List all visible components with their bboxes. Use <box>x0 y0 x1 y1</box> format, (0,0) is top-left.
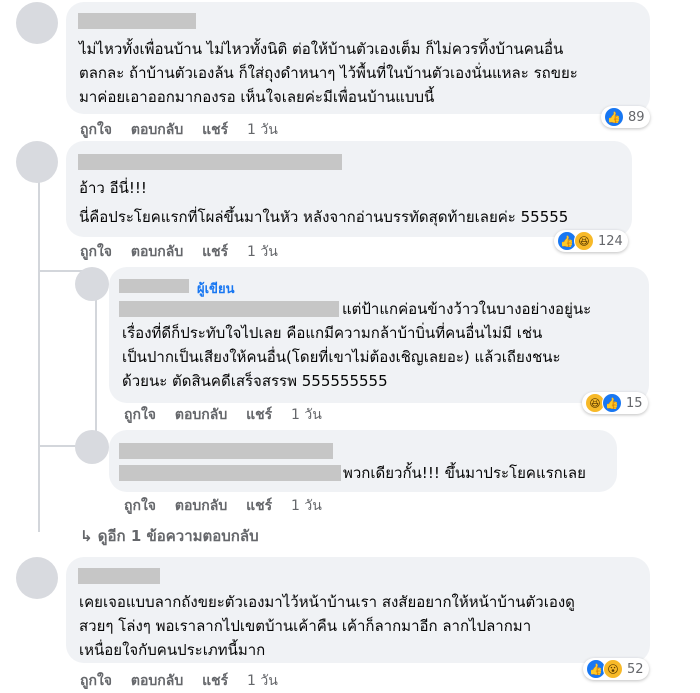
comment-text-line: แต่ป้าแกค่อนข้างว้าวในบางอย่างอยู่นะ <box>342 300 592 318</box>
like-button[interactable]: ถูกใจ <box>124 407 156 423</box>
timestamp[interactable]: 1 วัน <box>291 407 322 423</box>
like-button[interactable]: ถูกใจ <box>80 122 112 138</box>
redacted-username <box>119 279 189 293</box>
thread-line <box>38 182 40 532</box>
author-badge: ผู้เขียน <box>197 282 235 297</box>
comment-text-line: เรื่องที่ดีก็ประทับใจไปเลย คือแกมีความกล… <box>122 324 543 342</box>
like-reaction-icon: 👍 <box>604 107 624 127</box>
timestamp[interactable]: 1 วัน <box>247 673 278 689</box>
comment-text-line: ไม่ไหวทั้งเพื่อนบ้าน ไม่ไหวทั้งนิติ ต่อใ… <box>79 40 564 58</box>
share-button[interactable]: แชร์ <box>202 673 228 689</box>
reply-arrow-icon: ↳ <box>80 527 98 545</box>
comment-text-line: ด้วยนะ ตัดสินคดีเสร็จสรรพ 555555555 <box>122 372 388 390</box>
timestamp[interactable]: 1 วัน <box>247 244 278 260</box>
reaction-count: 15 <box>626 395 643 411</box>
reaction-summary[interactable]: 😆 👍 15 <box>582 392 648 414</box>
comment-bubble: อ้าว อีนี่!!! นี่คือประโยคแรกที่โผล่ขึ้น… <box>66 141 632 237</box>
comment-text-line: ตลกละ ถ้าบ้านตัวเองล้น ก็ใส่ถุงดำหนาๆ ไว… <box>79 64 578 82</box>
avatar[interactable] <box>75 430 109 464</box>
comment-actions: ถูกใจ ตอบกลับ แชร์ 1 วัน <box>124 404 336 426</box>
like-button[interactable]: ถูกใจ <box>80 244 112 260</box>
comment-text-line: พวกเดียวกั้น!!! ขึ้นมาประโยคแรกเลย <box>343 464 586 482</box>
reply-button[interactable]: ตอบกลับ <box>175 407 227 423</box>
like-button[interactable]: ถูกใจ <box>124 498 156 514</box>
comment-text-line: เคยเจอแบบลากถังขยะตัวเองมาไว้หน้าบ้านเรา… <box>79 593 575 611</box>
comment-text-line: มาค่อยเอาออกมากองรอ เห็นใจเลยค่ะมีเพื่อน… <box>79 88 435 106</box>
reply-bubble: พวกเดียวกั้น!!! ขึ้นมาประโยคแรกเลย <box>109 430 617 492</box>
comment-text-line: เป็นปากเป็นเสียงให้คนอื่น(โดยที่เขาไม่ต้… <box>122 348 561 366</box>
reply-button[interactable]: ตอบกลับ <box>131 122 183 138</box>
view-more-replies-link[interactable]: ↳ ดูอีก 1 ข้อความตอบกลับ <box>80 524 259 548</box>
share-button[interactable]: แชร์ <box>202 122 228 138</box>
share-button[interactable]: แชร์ <box>202 244 228 260</box>
comment-text-line: นี่คือประโยคแรกที่โผล่ขึ้นมาในหัว หลังจา… <box>79 208 569 226</box>
reaction-count: 89 <box>628 109 645 125</box>
comment-actions: ถูกใจ ตอบกลับ แชร์ 1 วัน <box>80 119 292 141</box>
wow-reaction-icon: 😮 <box>603 659 623 679</box>
comment-text-line: เหนื่อยใจกับคนประเภทนี้มาก <box>79 641 266 659</box>
thread-line <box>95 300 97 440</box>
reply-button[interactable]: ตอบกลับ <box>131 244 183 260</box>
timestamp[interactable]: 1 วัน <box>247 122 278 138</box>
avatar[interactable] <box>16 2 58 44</box>
reply-button[interactable]: ตอบกลับ <box>175 498 227 514</box>
redacted-username <box>119 301 339 317</box>
comment-bubble: ไม่ไหวทั้งเพื่อนบ้าน ไม่ไหวทั้งนิติ ต่อใ… <box>66 2 650 114</box>
comment-bubble: เคยเจอแบบลากถังขยะตัวเองมาไว้หน้าบ้านเรา… <box>66 557 650 663</box>
share-button[interactable]: แชร์ <box>246 407 272 423</box>
reply-bubble: ผู้เขียน แต่ป้าแกค่อนข้างว้าวในบางอย่างอ… <box>109 267 649 403</box>
avatar[interactable] <box>16 557 58 599</box>
reply-button[interactable]: ตอบกลับ <box>131 673 183 689</box>
comment-actions: ถูกใจ ตอบกลับ แชร์ 1 วัน <box>80 670 292 692</box>
reaction-summary[interactable]: 👍 😆 124 <box>554 230 628 252</box>
share-button[interactable]: แชร์ <box>246 498 272 514</box>
comment-text-line: อ้าว อีนี่!!! <box>79 179 147 197</box>
like-reaction-icon: 👍 <box>602 393 622 413</box>
redacted-username <box>78 154 342 170</box>
redacted-username <box>78 568 160 584</box>
comment-actions: ถูกใจ ตอบกลับ แชร์ 1 วัน <box>124 495 336 517</box>
avatar[interactable] <box>75 267 109 301</box>
reaction-count: 124 <box>598 233 623 249</box>
reaction-summary[interactable]: 👍 89 <box>601 106 650 128</box>
comment-actions: ถูกใจ ตอบกลับ แชร์ 1 วัน <box>80 241 292 263</box>
redacted-username <box>119 443 333 459</box>
comment-text-line: สวยๆ โล่งๆ พอเราลากไปเขตบ้านเค้าคืน เค้า… <box>79 617 532 635</box>
redacted-username <box>119 465 341 481</box>
reaction-summary[interactable]: 👍 😮 52 <box>583 658 649 680</box>
reaction-count: 52 <box>627 661 644 677</box>
view-more-replies-label: ดูอีก 1 ข้อความตอบกลับ <box>97 527 259 545</box>
avatar[interactable] <box>16 141 58 183</box>
timestamp[interactable]: 1 วัน <box>291 498 322 514</box>
haha-reaction-icon: 😆 <box>574 231 594 251</box>
like-button[interactable]: ถูกใจ <box>80 673 112 689</box>
redacted-username <box>78 13 196 29</box>
